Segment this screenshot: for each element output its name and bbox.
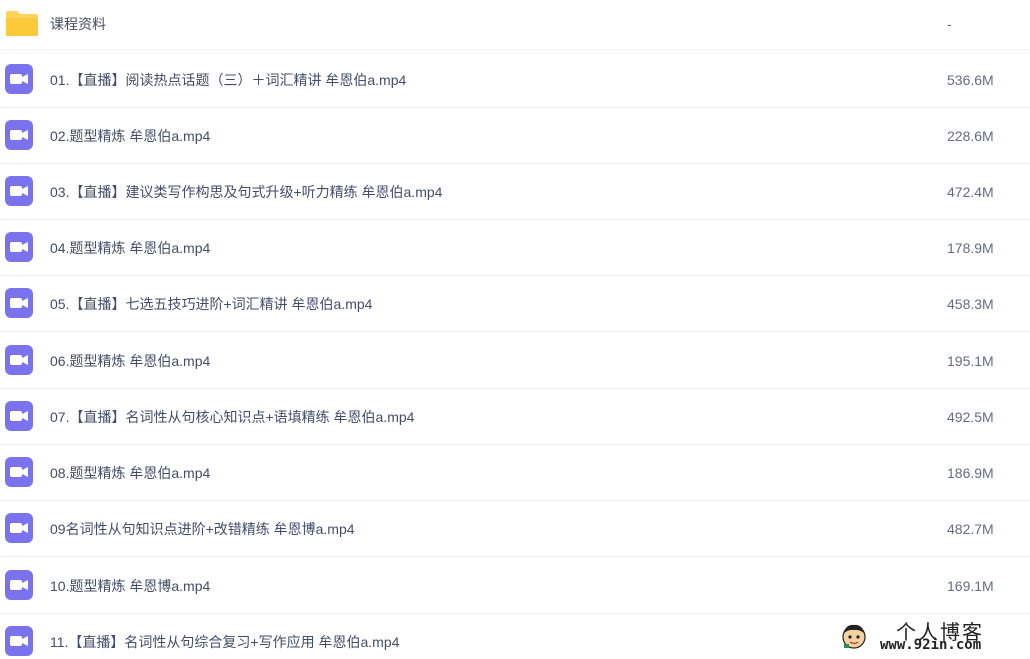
watermark-url: www.92in.com [880, 637, 982, 653]
file-row[interactable]: 09名词性从句知识点进阶+改错精练 牟恩博a.mp4 482.7M [0, 501, 1030, 557]
file-row[interactable]: 04.题型精炼 牟恩伯a.mp4 178.9M [0, 220, 1030, 276]
file-size: 186.9M [947, 465, 994, 481]
video-file-icon [5, 232, 33, 262]
file-row[interactable]: 02.题型精炼 牟恩伯a.mp4 228.6M [0, 108, 1030, 164]
video-file-icon [5, 176, 33, 206]
file-row-folder[interactable]: 课程资料 - [0, 0, 1030, 50]
file-name[interactable]: 09名词性从句知识点进阶+改错精练 牟恩博a.mp4 [50, 501, 355, 557]
video-file-icon [5, 513, 33, 543]
file-size: 536.6M [947, 72, 994, 88]
file-name[interactable]: 01.【直播】阅读热点话题（三）＋词汇精讲 牟恩伯a.mp4 [50, 52, 406, 108]
file-size: 178.9M [947, 240, 994, 256]
video-file-icon [5, 457, 33, 487]
video-file-icon [5, 570, 33, 600]
file-row[interactable]: 01.【直播】阅读热点话题（三）＋词汇精讲 牟恩伯a.mp4 536.6M [0, 52, 1030, 108]
file-size: 169.1M [947, 578, 994, 594]
video-file-icon [5, 401, 33, 431]
file-row[interactable]: 08.题型精炼 牟恩伯a.mp4 186.9M [0, 445, 1030, 501]
file-row[interactable]: 06.题型精炼 牟恩伯a.mp4 195.1M [0, 333, 1030, 389]
file-name[interactable]: 02.题型精炼 牟恩伯a.mp4 [50, 108, 210, 164]
video-file-icon [5, 64, 33, 94]
video-file-icon [5, 626, 33, 656]
file-size: 195.1M [947, 353, 994, 369]
file-list: 课程资料 - 01.【直播】阅读热点话题（三）＋词汇精讲 牟恩伯a.mp4 53… [0, 0, 1030, 659]
file-name[interactable]: 05.【直播】七选五技巧进阶+词汇精讲 牟恩伯a.mp4 [50, 276, 372, 332]
file-name[interactable]: 11.【直播】名词性从句综合复习+写作应用 牟恩伯a.mp4 [50, 614, 399, 659]
file-name[interactable]: 03.【直播】建议类写作构思及句式升级+听力精练 牟恩伯a.mp4 [50, 164, 442, 220]
video-file-icon [5, 345, 33, 375]
file-row[interactable]: 05.【直播】七选五技巧进阶+词汇精讲 牟恩伯a.mp4 458.3M [0, 276, 1030, 332]
file-size: 472.4M [947, 184, 994, 200]
file-name[interactable]: 04.题型精炼 牟恩伯a.mp4 [50, 220, 210, 276]
video-file-icon [5, 288, 33, 318]
file-size: - [947, 16, 952, 32]
file-name[interactable]: 10.题型精炼 牟恩博a.mp4 [50, 558, 210, 614]
file-name[interactable]: 08.题型精炼 牟恩伯a.mp4 [50, 445, 210, 501]
file-size: 228.6M [947, 128, 994, 144]
watermark: 个人博客 www.92in.com [836, 616, 1026, 656]
file-size: 458.3M [947, 296, 994, 312]
video-file-icon [5, 120, 33, 150]
file-name[interactable]: 06.题型精炼 牟恩伯a.mp4 [50, 333, 210, 389]
folder-icon [6, 11, 38, 36]
avatar-cartoon-icon [842, 624, 866, 649]
file-size: 492.5M [947, 409, 994, 425]
file-name[interactable]: 07.【直播】名词性从句核心知识点+语填精练 牟恩伯a.mp4 [50, 389, 414, 445]
file-row[interactable]: 03.【直播】建议类写作构思及句式升级+听力精练 牟恩伯a.mp4 472.4M [0, 164, 1030, 220]
file-row[interactable]: 07.【直播】名词性从句核心知识点+语填精练 牟恩伯a.mp4 492.5M [0, 389, 1030, 445]
file-name[interactable]: 课程资料 [50, 0, 106, 48]
file-size: 482.7M [947, 521, 994, 537]
file-row[interactable]: 10.题型精炼 牟恩博a.mp4 169.1M [0, 558, 1030, 614]
